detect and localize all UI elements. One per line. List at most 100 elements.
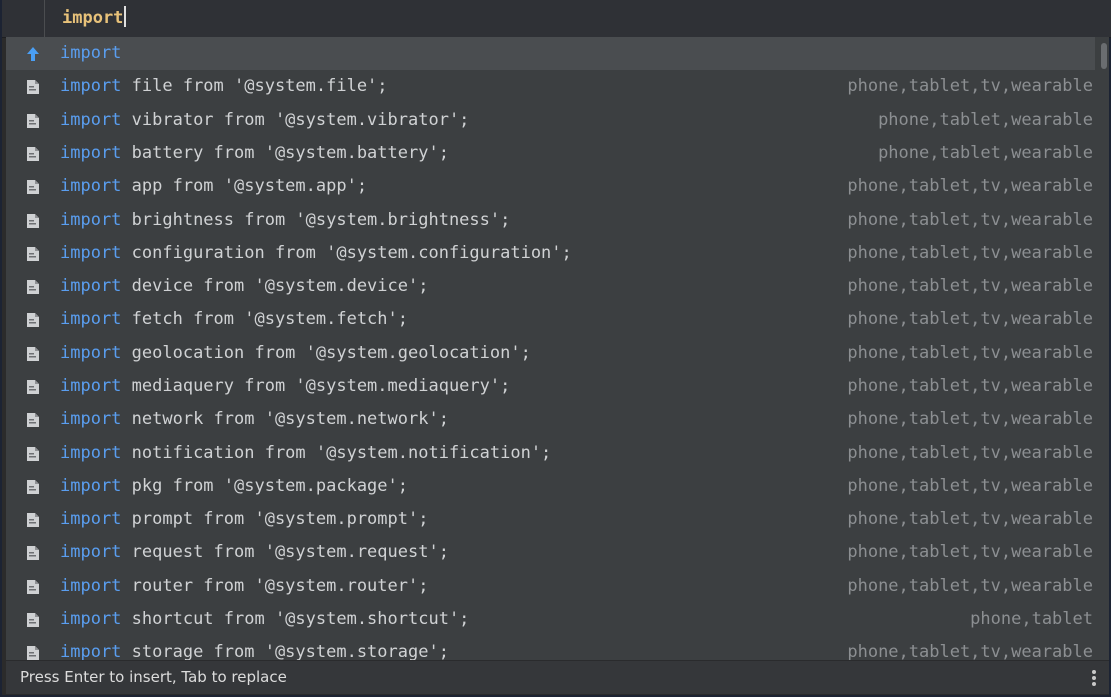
scrollbar-thumb[interactable] <box>1101 43 1107 69</box>
completion-item-keyword: import <box>60 143 122 163</box>
completion-item-keyword: import <box>60 509 122 529</box>
arrow-up-icon <box>27 47 39 61</box>
completion-item[interactable]: import prompt from '@system.prompt'; phon… <box>6 503 1095 536</box>
completion-item-keyword: import <box>60 276 122 296</box>
completion-item-platforms: phone,tablet,tv,wearable <box>847 343 1093 363</box>
completion-item-rest: notification from '@system.notification'… <box>121 443 552 463</box>
completion-item-text: import network from '@system.network'; <box>60 403 449 436</box>
completion-item[interactable]: import storage from '@system.storage'; ph… <box>6 636 1095 660</box>
completion-item-text: import file from '@system.file'; <box>60 70 388 103</box>
completion-item-rest: router from '@system.router'; <box>121 576 429 596</box>
completion-item-rest: device from '@system.device'; <box>121 276 429 296</box>
completion-item-keyword: import <box>60 343 122 363</box>
completion-item-keyword: import <box>60 642 122 660</box>
completion-item-text: import configuration from '@system.confi… <box>60 237 572 270</box>
completion-item-text: import brightness from '@system.brightne… <box>60 204 510 237</box>
completion-item-keyword: import <box>60 576 122 596</box>
completion-item-text: import geolocation from '@system.geoloca… <box>60 337 531 370</box>
snippet-file-icon <box>27 480 39 494</box>
completion-item-platforms: phone,tablet,tv,wearable <box>847 576 1093 596</box>
snippet-file-icon <box>27 580 39 594</box>
completion-item-platforms: phone,tablet,tv,wearable <box>847 409 1093 429</box>
completion-item-platforms: phone,tablet,tv,wearable <box>847 476 1093 496</box>
completion-item[interactable]: import battery from '@system.battery'; ph… <box>6 137 1095 170</box>
editor-typed-text[interactable]: import <box>62 6 127 30</box>
completion-item[interactable]: import device from '@system.device'; phon… <box>6 270 1095 303</box>
completion-item-platforms: phone,tablet <box>970 609 1093 629</box>
completion-item-text: import request from '@system.request'; <box>60 536 449 569</box>
completion-item-keyword: import <box>60 110 122 130</box>
snippet-file-icon <box>27 280 39 294</box>
completion-item-keyword: import <box>60 76 122 96</box>
snippet-file-icon <box>27 413 39 427</box>
completion-item-text: import prompt from '@system.prompt'; <box>60 503 428 536</box>
completion-item-platforms: phone,tablet,tv,wearable <box>847 542 1093 562</box>
completion-item-text: import pkg from '@system.package'; <box>60 470 408 503</box>
completion-item[interactable]: import geolocation from '@system.geoloca… <box>6 337 1095 370</box>
completion-item-rest: vibrator from '@system.vibrator'; <box>121 110 470 130</box>
text-caret <box>124 6 127 27</box>
snippet-file-icon <box>27 380 39 394</box>
completion-item-selected[interactable]: import <box>6 37 1095 70</box>
completion-item-platforms: phone,tablet,tv,wearable <box>847 443 1093 463</box>
completion-item-keyword: import <box>60 243 122 263</box>
completion-item[interactable]: import app from '@system.app'; phone,tabl… <box>6 170 1095 203</box>
gutter-divider <box>44 0 45 37</box>
completion-item[interactable]: import pkg from '@system.package'; phone,… <box>6 470 1095 503</box>
completion-item[interactable]: import shortcut from '@system.shortcut';… <box>6 603 1095 636</box>
completion-item[interactable]: import router from '@system.router'; phon… <box>6 570 1095 603</box>
completion-item-rest: storage from '@system.storage'; <box>121 642 449 660</box>
completion-item-platforms: phone,tablet,tv,wearable <box>847 376 1093 396</box>
completion-item[interactable]: import network from '@system.network'; ph… <box>6 403 1095 436</box>
more-vertical-icon[interactable] <box>1091 669 1097 687</box>
completion-item-keyword: import <box>60 476 122 496</box>
completion-item[interactable]: import notification from '@system.notifi… <box>6 437 1095 470</box>
completion-item-platforms: phone,tablet,wearable <box>878 110 1093 130</box>
completion-item-label: import <box>60 43 122 63</box>
completion-item-text: import app from '@system.app'; <box>60 170 367 203</box>
completion-item-text: import device from '@system.device'; <box>60 270 428 303</box>
completion-item-platforms: phone,tablet,wearable <box>878 143 1093 163</box>
completion-item-platforms: phone,tablet,tv,wearable <box>847 243 1093 263</box>
completion-item-rest: configuration from '@system.configuratio… <box>121 243 572 263</box>
completion-item[interactable]: import configuration from '@system.confi… <box>6 237 1095 270</box>
completion-item-text: import router from '@system.router'; <box>60 570 428 603</box>
snippet-file-icon <box>27 347 39 361</box>
completion-item-rest: prompt from '@system.prompt'; <box>121 509 429 529</box>
completion-item-rest: network from '@system.network'; <box>121 409 449 429</box>
completion-item-keyword: import <box>60 376 122 396</box>
completion-item-platforms: phone,tablet,tv,wearable <box>847 276 1093 296</box>
completion-item[interactable]: import mediaquery from '@system.mediaque… <box>6 370 1095 403</box>
completion-item-text: import fetch from '@system.fetch'; <box>60 303 408 336</box>
snippet-file-icon <box>27 114 39 128</box>
completion-item-rest: file from '@system.file'; <box>121 76 388 96</box>
completion-item-keyword: import <box>60 210 122 230</box>
snippet-file-icon <box>27 247 39 261</box>
typed-text: import <box>62 8 124 28</box>
snippet-file-icon <box>27 80 39 94</box>
completion-item-platforms: phone,tablet,tv,wearable <box>847 76 1093 96</box>
snippet-file-icon <box>27 447 39 461</box>
completion-item-keyword: import <box>60 176 122 196</box>
completion-item[interactable]: import brightness from '@system.brightne… <box>6 204 1095 237</box>
completion-item-text: import mediaquery from '@system.mediaque… <box>60 370 510 403</box>
completion-footer: Press Enter to insert, Tab to replace <box>6 660 1109 694</box>
completion-item[interactable]: import request from '@system.request'; ph… <box>6 536 1095 569</box>
completion-item-text: import storage from '@system.storage'; <box>60 636 449 660</box>
completion-item-rest: battery from '@system.battery'; <box>121 143 449 163</box>
completion-item-platforms: phone,tablet,tv,wearable <box>847 309 1093 329</box>
snippet-file-icon <box>27 214 39 228</box>
completion-popup: import import file from '@system.file'; p… <box>6 37 1109 660</box>
snippet-file-icon <box>27 180 39 194</box>
completion-item-platforms: phone,tablet,tv,wearable <box>847 210 1093 230</box>
completion-item[interactable]: import fetch from '@system.fetch'; phone,… <box>6 303 1095 336</box>
completion-item[interactable]: import vibrator from '@system.vibrator';… <box>6 104 1095 137</box>
snippet-file-icon <box>27 546 39 560</box>
completion-item-rest: brightness from '@system.brightness'; <box>121 210 511 230</box>
completion-item-keyword: import <box>60 309 122 329</box>
completion-item-rest: app from '@system.app'; <box>121 176 368 196</box>
completion-item[interactable]: import file from '@system.file'; phone,ta… <box>6 70 1095 103</box>
snippet-file-icon <box>27 613 39 627</box>
snippet-file-icon <box>27 646 39 660</box>
editor-current-line[interactable]: import <box>2 0 1111 38</box>
